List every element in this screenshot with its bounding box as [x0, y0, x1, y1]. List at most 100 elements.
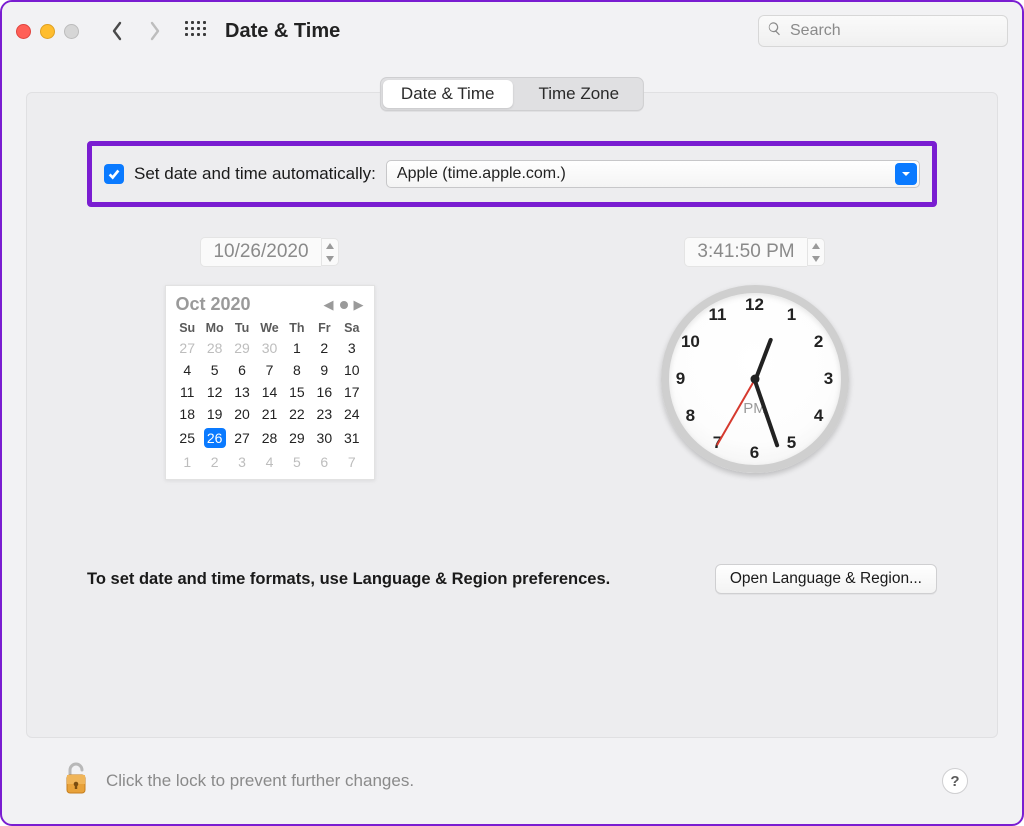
- calendar-day: 22: [283, 403, 310, 425]
- analog-clock: 123456789101112 PM: [661, 285, 849, 473]
- calendar-day: 9: [311, 359, 338, 381]
- calendar-next-icon: ▶: [354, 297, 364, 313]
- calendar-day: 4: [174, 359, 201, 381]
- calendar-day: 14: [256, 381, 283, 403]
- calendar-day: 28: [201, 337, 228, 359]
- calendar-day: 23: [311, 403, 338, 425]
- toolbar: Date & Time: [2, 2, 1022, 60]
- calendar-today-icon: [340, 301, 348, 309]
- calendar-day: 24: [338, 403, 365, 425]
- calendar-day: 16: [311, 381, 338, 403]
- calendar-weekday: Tu: [228, 319, 255, 337]
- calendar-day: 7: [256, 359, 283, 381]
- calendar-day: 2: [201, 451, 228, 473]
- formats-hint: To set date and time formats, use Langua…: [87, 570, 610, 589]
- help-button[interactable]: ?: [942, 768, 968, 794]
- calendar-day: 1: [283, 337, 310, 359]
- calendar-day: 27: [174, 337, 201, 359]
- time-stepper-down: [808, 252, 824, 265]
- search-input[interactable]: [788, 21, 999, 41]
- settings-panel: Date & Time Time Zone Set date and time …: [26, 92, 998, 738]
- calendar-day: 6: [311, 451, 338, 473]
- clock-numeral: 4: [814, 406, 823, 426]
- zoom-window-button: [64, 24, 79, 39]
- calendar-day: 3: [338, 337, 365, 359]
- clock-numeral: 8: [686, 406, 695, 426]
- set-automatically-label: Set date and time automatically:: [134, 164, 376, 184]
- calendar-day: 29: [283, 425, 310, 451]
- calendar-day: 7: [338, 451, 365, 473]
- calendar-day: 27: [228, 425, 255, 451]
- clock-numeral: 1: [787, 305, 796, 325]
- time-field: 3:41:50 PM: [684, 237, 806, 267]
- clock-numeral: 2: [814, 332, 823, 352]
- chevron-down-icon: [895, 163, 917, 185]
- content: Date & Time Time Zone Set date and time …: [2, 60, 1022, 824]
- calendar-day: 3: [228, 451, 255, 473]
- date-field: 10/26/2020: [200, 237, 320, 267]
- minimize-window-button[interactable]: [40, 24, 55, 39]
- time-stepper-buttons: [807, 238, 825, 266]
- calendar-day: 5: [283, 451, 310, 473]
- calendar-day: 4: [256, 451, 283, 473]
- date-stepper-down: [322, 252, 338, 265]
- calendar-day: 1: [174, 451, 201, 473]
- calendar-weekday: We: [256, 319, 283, 337]
- clock-center-pin: [750, 375, 759, 384]
- calendar-day: 15: [283, 381, 310, 403]
- show-all-icon[interactable]: [185, 21, 205, 41]
- calendar: Oct 2020 ◀ ▶ SuMoTuWeThFrSa 272829301234…: [165, 285, 375, 480]
- window-controls: [16, 24, 79, 39]
- calendar-weekday: Sa: [338, 319, 365, 337]
- date-stepper-buttons: [321, 238, 339, 266]
- clock-numeral: 9: [676, 369, 685, 389]
- clock-numeral: 12: [745, 295, 764, 315]
- calendar-day: 13: [228, 381, 255, 403]
- footer: Click the lock to prevent further change…: [26, 738, 998, 824]
- calendar-weekday: Su: [174, 319, 201, 337]
- back-button[interactable]: [103, 21, 131, 41]
- time-server-value: Apple (time.apple.com.): [397, 165, 566, 183]
- calendar-weekday: Th: [283, 319, 310, 337]
- set-automatically-row: Set date and time automatically: Apple (…: [87, 141, 937, 207]
- calendar-day: 17: [338, 381, 365, 403]
- calendar-day: 8: [283, 359, 310, 381]
- lock-icon[interactable]: [62, 761, 90, 802]
- window-title: Date & Time: [225, 20, 340, 43]
- search-field[interactable]: [758, 15, 1008, 47]
- clock-numeral: 11: [709, 305, 727, 325]
- calendar-day: 10: [338, 359, 365, 381]
- tab-time-zone[interactable]: Time Zone: [514, 78, 643, 110]
- calendar-month-title: Oct 2020: [176, 294, 251, 315]
- calendar-day: 28: [256, 425, 283, 451]
- forward-button: [141, 21, 169, 41]
- calendar-day: 30: [311, 425, 338, 451]
- clock-numeral: 3: [824, 369, 833, 389]
- calendar-day: 26: [201, 425, 228, 451]
- calendar-day: 20: [228, 403, 255, 425]
- calendar-day: 29: [228, 337, 255, 359]
- set-automatically-checkbox[interactable]: [104, 164, 124, 184]
- calendar-day: 30: [256, 337, 283, 359]
- time-stepper: 3:41:50 PM: [684, 237, 824, 267]
- tab-date-and-time[interactable]: Date & Time: [383, 80, 513, 108]
- calendar-day: 31: [338, 425, 365, 451]
- close-window-button[interactable]: [16, 24, 31, 39]
- calendar-prev-icon: ◀: [324, 297, 334, 313]
- date-stepper: 10/26/2020: [200, 237, 338, 267]
- calendar-day: 6: [228, 359, 255, 381]
- calendar-day: 5: [201, 359, 228, 381]
- calendar-day: 11: [174, 381, 201, 403]
- preferences-window: Date & Time Date & Time Time Zone Set da…: [0, 0, 1024, 826]
- open-language-region-button[interactable]: Open Language & Region...: [715, 564, 937, 594]
- calendar-day: 25: [174, 425, 201, 451]
- date-stepper-up: [322, 239, 338, 252]
- calendar-weekday: Mo: [201, 319, 228, 337]
- calendar-day: 2: [311, 337, 338, 359]
- search-icon: [767, 21, 782, 41]
- calendar-day: 12: [201, 381, 228, 403]
- time-stepper-up: [808, 239, 824, 252]
- time-server-combo[interactable]: Apple (time.apple.com.): [386, 160, 920, 188]
- calendar-day: 19: [201, 403, 228, 425]
- calendar-weekday: Fr: [311, 319, 338, 337]
